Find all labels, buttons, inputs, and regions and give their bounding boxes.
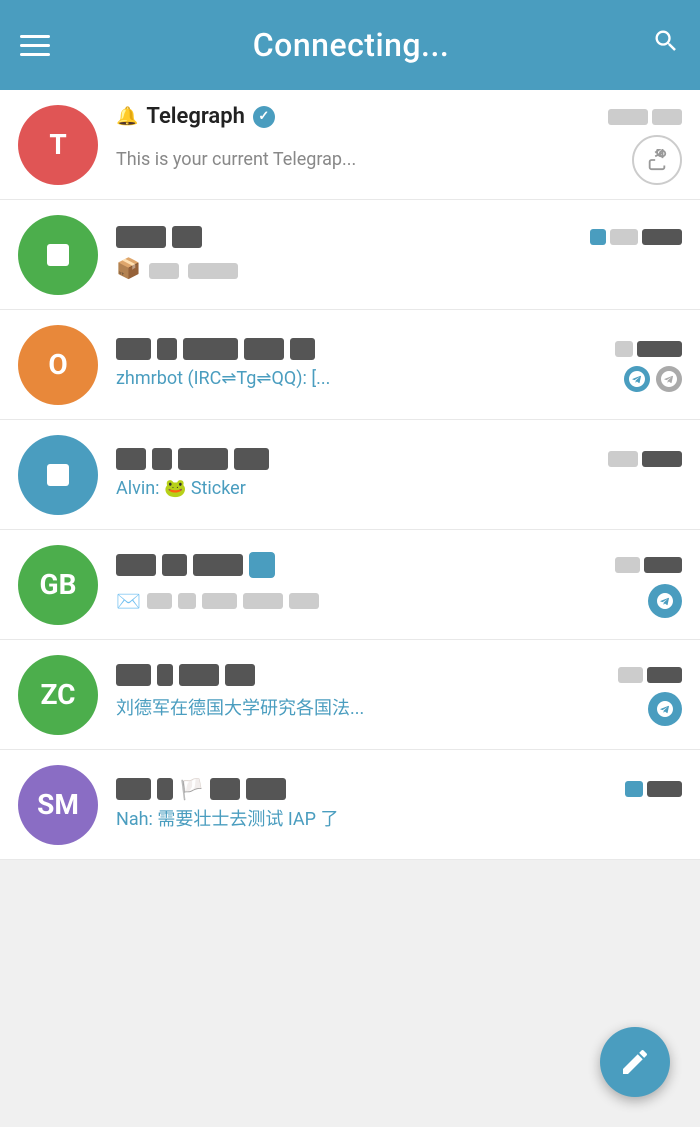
list-item[interactable]: SM 🏳️ Nah: 需要壮士去测试 IAP 了: [0, 750, 700, 860]
time-blurred2: [642, 451, 682, 467]
name-blurred: [116, 664, 151, 686]
chat-name: 🏳️: [116, 777, 286, 801]
time-blurred2: [644, 557, 682, 573]
topbar-title: Connecting...: [253, 26, 449, 64]
avatar: [18, 435, 98, 515]
name-blurred3: [178, 448, 228, 470]
preview-blurred: [147, 593, 172, 609]
chat-preview: Nah: 需要壮士去测试 IAP 了: [116, 809, 338, 830]
name-blurred: [116, 778, 151, 800]
preview-blurred2: [188, 263, 238, 279]
share-button[interactable]: [632, 135, 682, 185]
avatar: [18, 215, 98, 295]
time-blurred: [615, 557, 640, 573]
compose-button[interactable]: [600, 1027, 670, 1097]
chat-content: 🔔 Telegraph ✓ This is your current Teleg…: [116, 104, 682, 185]
chat-content: 📦: [116, 226, 682, 282]
list-item[interactable]: Alvin: 🐸 Sticker: [0, 420, 700, 530]
chat-name: [116, 552, 275, 578]
topbar: Connecting...: [0, 0, 700, 90]
name-blurred5: [290, 338, 315, 360]
tg-status-icon: [648, 584, 682, 618]
chat-content: 刘德军在德国大学研究各国法...: [116, 664, 682, 726]
name-blurred4: [246, 778, 286, 800]
chat-name: 🔔 Telegraph ✓: [116, 104, 275, 129]
name-blurred: [116, 338, 151, 360]
name-blurred3: [210, 778, 240, 800]
name-blurred2: [157, 338, 177, 360]
list-item[interactable]: GB ✉️: [0, 530, 700, 640]
time-blurred2: [637, 341, 682, 357]
time-blurred: [625, 781, 643, 797]
time-blurred2: [647, 667, 682, 683]
chat-name: [116, 664, 255, 686]
avatar: ZC: [18, 655, 98, 735]
preview-blurred5: [289, 593, 319, 609]
tg-status-icon: [624, 366, 650, 392]
name-blurred2: [162, 554, 187, 576]
time-blurred: [618, 667, 643, 683]
chat-preview: Alvin: 🐸 Sticker: [116, 478, 246, 499]
time-blurred2: [652, 109, 682, 125]
chat-preview: This is your current Telegrap...: [116, 147, 356, 172]
name-blurred: [116, 448, 146, 470]
status-blurred: [590, 229, 606, 245]
time-blurred: [608, 109, 648, 125]
name-blurred2: [157, 664, 173, 686]
name-blurred4: [244, 338, 284, 360]
verified-badge: ✓: [253, 106, 275, 128]
name-blurred: [116, 226, 166, 248]
name-blurred3: [179, 664, 219, 686]
name-icon: [249, 552, 275, 578]
chat-name: [116, 226, 202, 248]
tg-status-icon: [648, 692, 682, 726]
name-blurred4: [225, 664, 255, 686]
chat-content: Alvin: 🐸 Sticker: [116, 448, 682, 501]
chat-preview: zhmrbot (IRC⇌Tg⇌QQ): [...: [116, 366, 330, 391]
name-blurred2: [172, 226, 202, 248]
chat-list: T 🔔 Telegraph ✓ This is your current Tel…: [0, 90, 700, 860]
name-blurred2: [152, 448, 172, 470]
time-blurred2: [647, 781, 682, 797]
chat-preview: 刘德军在德国大学研究各国法...: [116, 696, 364, 721]
search-button[interactable]: [652, 27, 680, 63]
mute-icon: 🔔: [116, 106, 138, 127]
name-blurred4: [234, 448, 269, 470]
avatar: T: [18, 105, 98, 185]
avatar: SM: [18, 765, 98, 845]
avatar: GB: [18, 545, 98, 625]
preview-blurred2: [178, 593, 196, 609]
list-item[interactable]: O zhmrbot (IRC⇌Tg⇌QQ): [...: [0, 310, 700, 420]
chat-content: zhmrbot (IRC⇌Tg⇌QQ): [...: [116, 338, 682, 392]
menu-button[interactable]: [20, 35, 50, 56]
time-blurred: [610, 229, 638, 245]
time-blurred: [608, 451, 638, 467]
list-item[interactable]: 📦: [0, 200, 700, 310]
preview-blurred4: [243, 593, 283, 609]
tg-status-icon2: [656, 366, 682, 392]
name-blurred: [116, 554, 156, 576]
time-blurred: [615, 341, 633, 357]
chat-preview: 📦: [116, 254, 682, 282]
name-blurred2: [157, 778, 173, 800]
chat-preview: ✉️: [116, 589, 319, 613]
time-blurred2: [642, 229, 682, 245]
chat-name: [116, 448, 269, 470]
list-item[interactable]: T 🔔 Telegraph ✓ This is your current Tel…: [0, 90, 700, 200]
preview-blurred3: [202, 593, 237, 609]
preview-blurred: [149, 263, 179, 279]
list-item[interactable]: ZC 刘德军在德国大学研究各国法...: [0, 640, 700, 750]
chat-content: ✉️: [116, 552, 682, 618]
chat-content: 🏳️ Nah: 需要壮士去测试 IAP 了: [116, 777, 682, 832]
name-blurred3: [193, 554, 243, 576]
chat-name: [116, 338, 315, 360]
avatar: O: [18, 325, 98, 405]
name-blurred3: [183, 338, 238, 360]
